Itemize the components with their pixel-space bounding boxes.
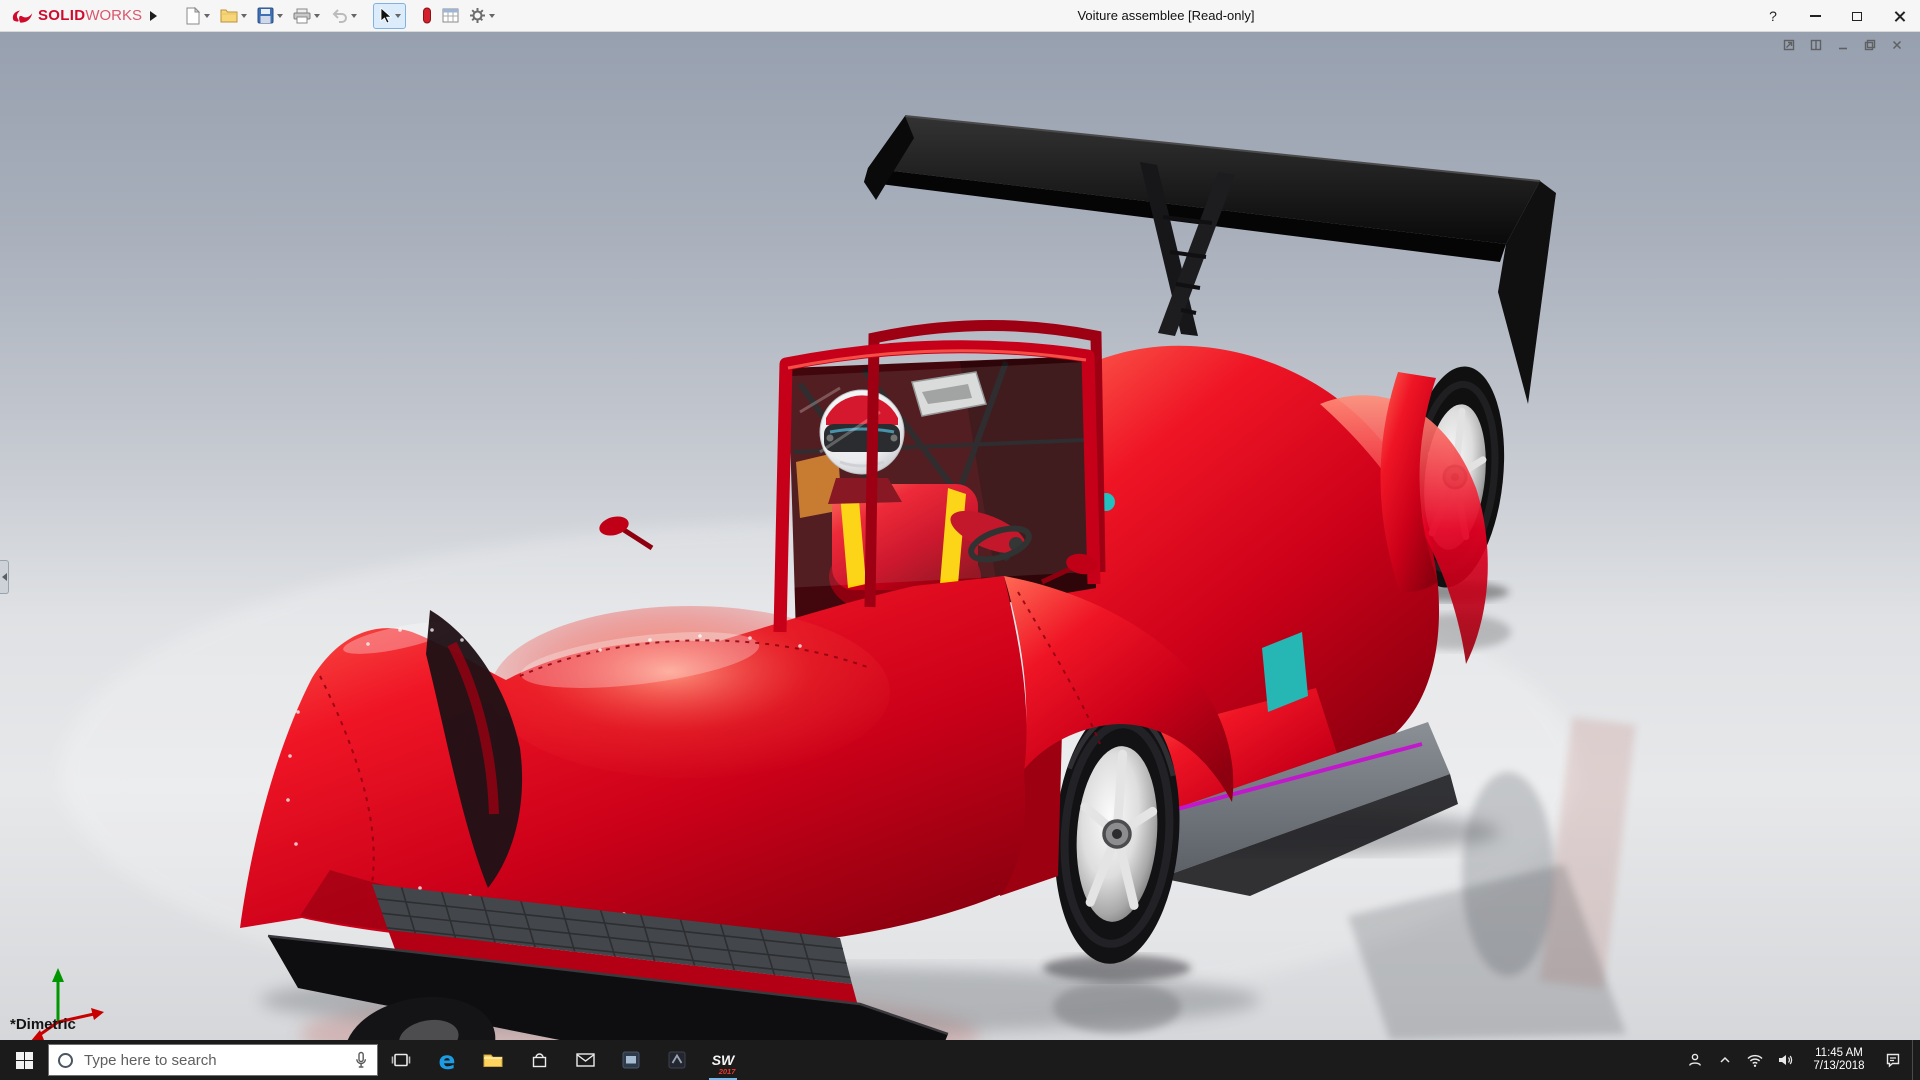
action-center-button[interactable] [1878, 1040, 1908, 1080]
save-icon [257, 7, 274, 24]
taskbar: e SW2017 [0, 1040, 1920, 1080]
print-icon [293, 8, 311, 24]
network-button[interactable] [1740, 1040, 1770, 1080]
task-view-button[interactable] [378, 1040, 424, 1080]
store-button[interactable] [516, 1040, 562, 1080]
search-input[interactable] [82, 1051, 345, 1070]
edge-button[interactable]: e [424, 1040, 470, 1080]
view-orientation-label: *Dimetric [10, 1016, 76, 1033]
start-button[interactable] [0, 1040, 48, 1080]
show-desktop-button[interactable] [1912, 1040, 1920, 1080]
maximize-icon [1852, 12, 1862, 21]
new-document-button[interactable] [181, 3, 214, 29]
open-button[interactable] [216, 3, 251, 29]
windshield-glass [786, 362, 1090, 588]
volume-button[interactable] [1770, 1040, 1800, 1080]
maximize-button[interactable] [1836, 0, 1878, 32]
app-button-2[interactable] [654, 1040, 700, 1080]
undo-button[interactable] [326, 3, 361, 29]
standard-toolbar [181, 3, 499, 29]
appearance-icon [422, 7, 432, 24]
document-title: Voiture assemblee [Read-only] [1077, 8, 1254, 23]
dropdown-caret[interactable] [277, 14, 283, 18]
gear-icon [469, 7, 486, 24]
collapse-arrow-icon [2, 573, 7, 581]
minimize-button[interactable] [1794, 0, 1836, 32]
dropdown-caret[interactable] [489, 14, 495, 18]
windows-logo-icon [16, 1052, 33, 1069]
close-icon [1893, 10, 1906, 23]
3d-viewport-canvas[interactable] [0, 32, 1920, 1040]
undo-icon [330, 8, 348, 23]
solidworks-logo-mark [10, 7, 34, 25]
select-button[interactable] [373, 3, 406, 29]
close-button[interactable] [1878, 0, 1920, 32]
brand-text: SOLIDWORKS [38, 7, 142, 25]
task-view-icon [391, 1051, 411, 1069]
app-button-1[interactable] [608, 1040, 654, 1080]
minimize-icon [1810, 15, 1821, 17]
cortana-icon [58, 1053, 73, 1068]
file-explorer-icon [483, 1052, 503, 1068]
app-icon-2 [668, 1051, 686, 1069]
clock-time: 11:45 AM [1802, 1047, 1876, 1060]
design-table-icon [442, 8, 459, 23]
speaker-icon [1777, 1053, 1793, 1067]
doc-minimize-button[interactable] [1836, 38, 1850, 52]
new-document-icon [185, 7, 201, 25]
document-window-controls [1782, 38, 1904, 52]
sw-label: SW [712, 1052, 735, 1068]
file-explorer-button[interactable] [470, 1040, 516, 1080]
sw-year: 2017 [719, 1068, 736, 1076]
window-controls: ? [1752, 0, 1920, 32]
dropdown-caret[interactable] [241, 14, 247, 18]
titlebar: SOLIDWORKS [0, 0, 1920, 32]
wifi-icon [1746, 1053, 1764, 1068]
action-center-icon [1885, 1052, 1901, 1068]
dropdown-caret[interactable] [314, 14, 320, 18]
feature-tree-collapse-tab[interactable] [0, 560, 9, 594]
dropdown-caret[interactable] [351, 14, 357, 18]
chevron-up-icon [1718, 1053, 1732, 1067]
save-button[interactable] [253, 3, 287, 29]
mail-button[interactable] [562, 1040, 608, 1080]
brand-solid: SOLID [38, 7, 85, 24]
people-button[interactable] [1680, 1040, 1710, 1080]
edge-icon: e [439, 1048, 456, 1073]
solidworks-app-icon: SW2017 [712, 1053, 735, 1067]
restore-pane-button[interactable] [1782, 38, 1796, 52]
brand-works: WORKS [85, 7, 142, 24]
mail-icon [576, 1053, 595, 1067]
toolbar-flyout-arrow[interactable] [150, 11, 157, 21]
clock-date: 7/13/2018 [1802, 1060, 1876, 1073]
solidworks-logo: SOLIDWORKS [0, 7, 146, 25]
split-pane-button[interactable] [1809, 38, 1823, 52]
solidworks-taskbar-button[interactable]: SW2017 [700, 1040, 746, 1080]
system-tray: 11:45 AM 7/13/2018 [1680, 1040, 1920, 1080]
hood-dome-highlight [490, 606, 890, 778]
appearance-button[interactable] [418, 3, 436, 29]
taskbar-search[interactable] [48, 1044, 378, 1076]
people-icon [1687, 1052, 1703, 1068]
design-table-button[interactable] [438, 3, 463, 29]
doc-restore-button[interactable] [1863, 38, 1877, 52]
select-cursor-icon [378, 7, 392, 24]
microphone-icon[interactable] [354, 1051, 368, 1069]
hidden-icons-button[interactable] [1710, 1040, 1740, 1080]
app-icon-1 [622, 1051, 640, 1069]
help-button[interactable]: ? [1752, 0, 1794, 32]
dropdown-caret[interactable] [395, 14, 401, 18]
graphics-area[interactable]: *Dimetric [0, 32, 1920, 1040]
store-icon [531, 1052, 548, 1069]
dropdown-caret[interactable] [204, 14, 210, 18]
doc-close-button[interactable] [1890, 38, 1904, 52]
options-button[interactable] [465, 3, 499, 29]
taskbar-clock[interactable]: 11:45 AM 7/13/2018 [1800, 1047, 1878, 1073]
open-folder-icon [220, 8, 238, 24]
print-button[interactable] [289, 3, 324, 29]
